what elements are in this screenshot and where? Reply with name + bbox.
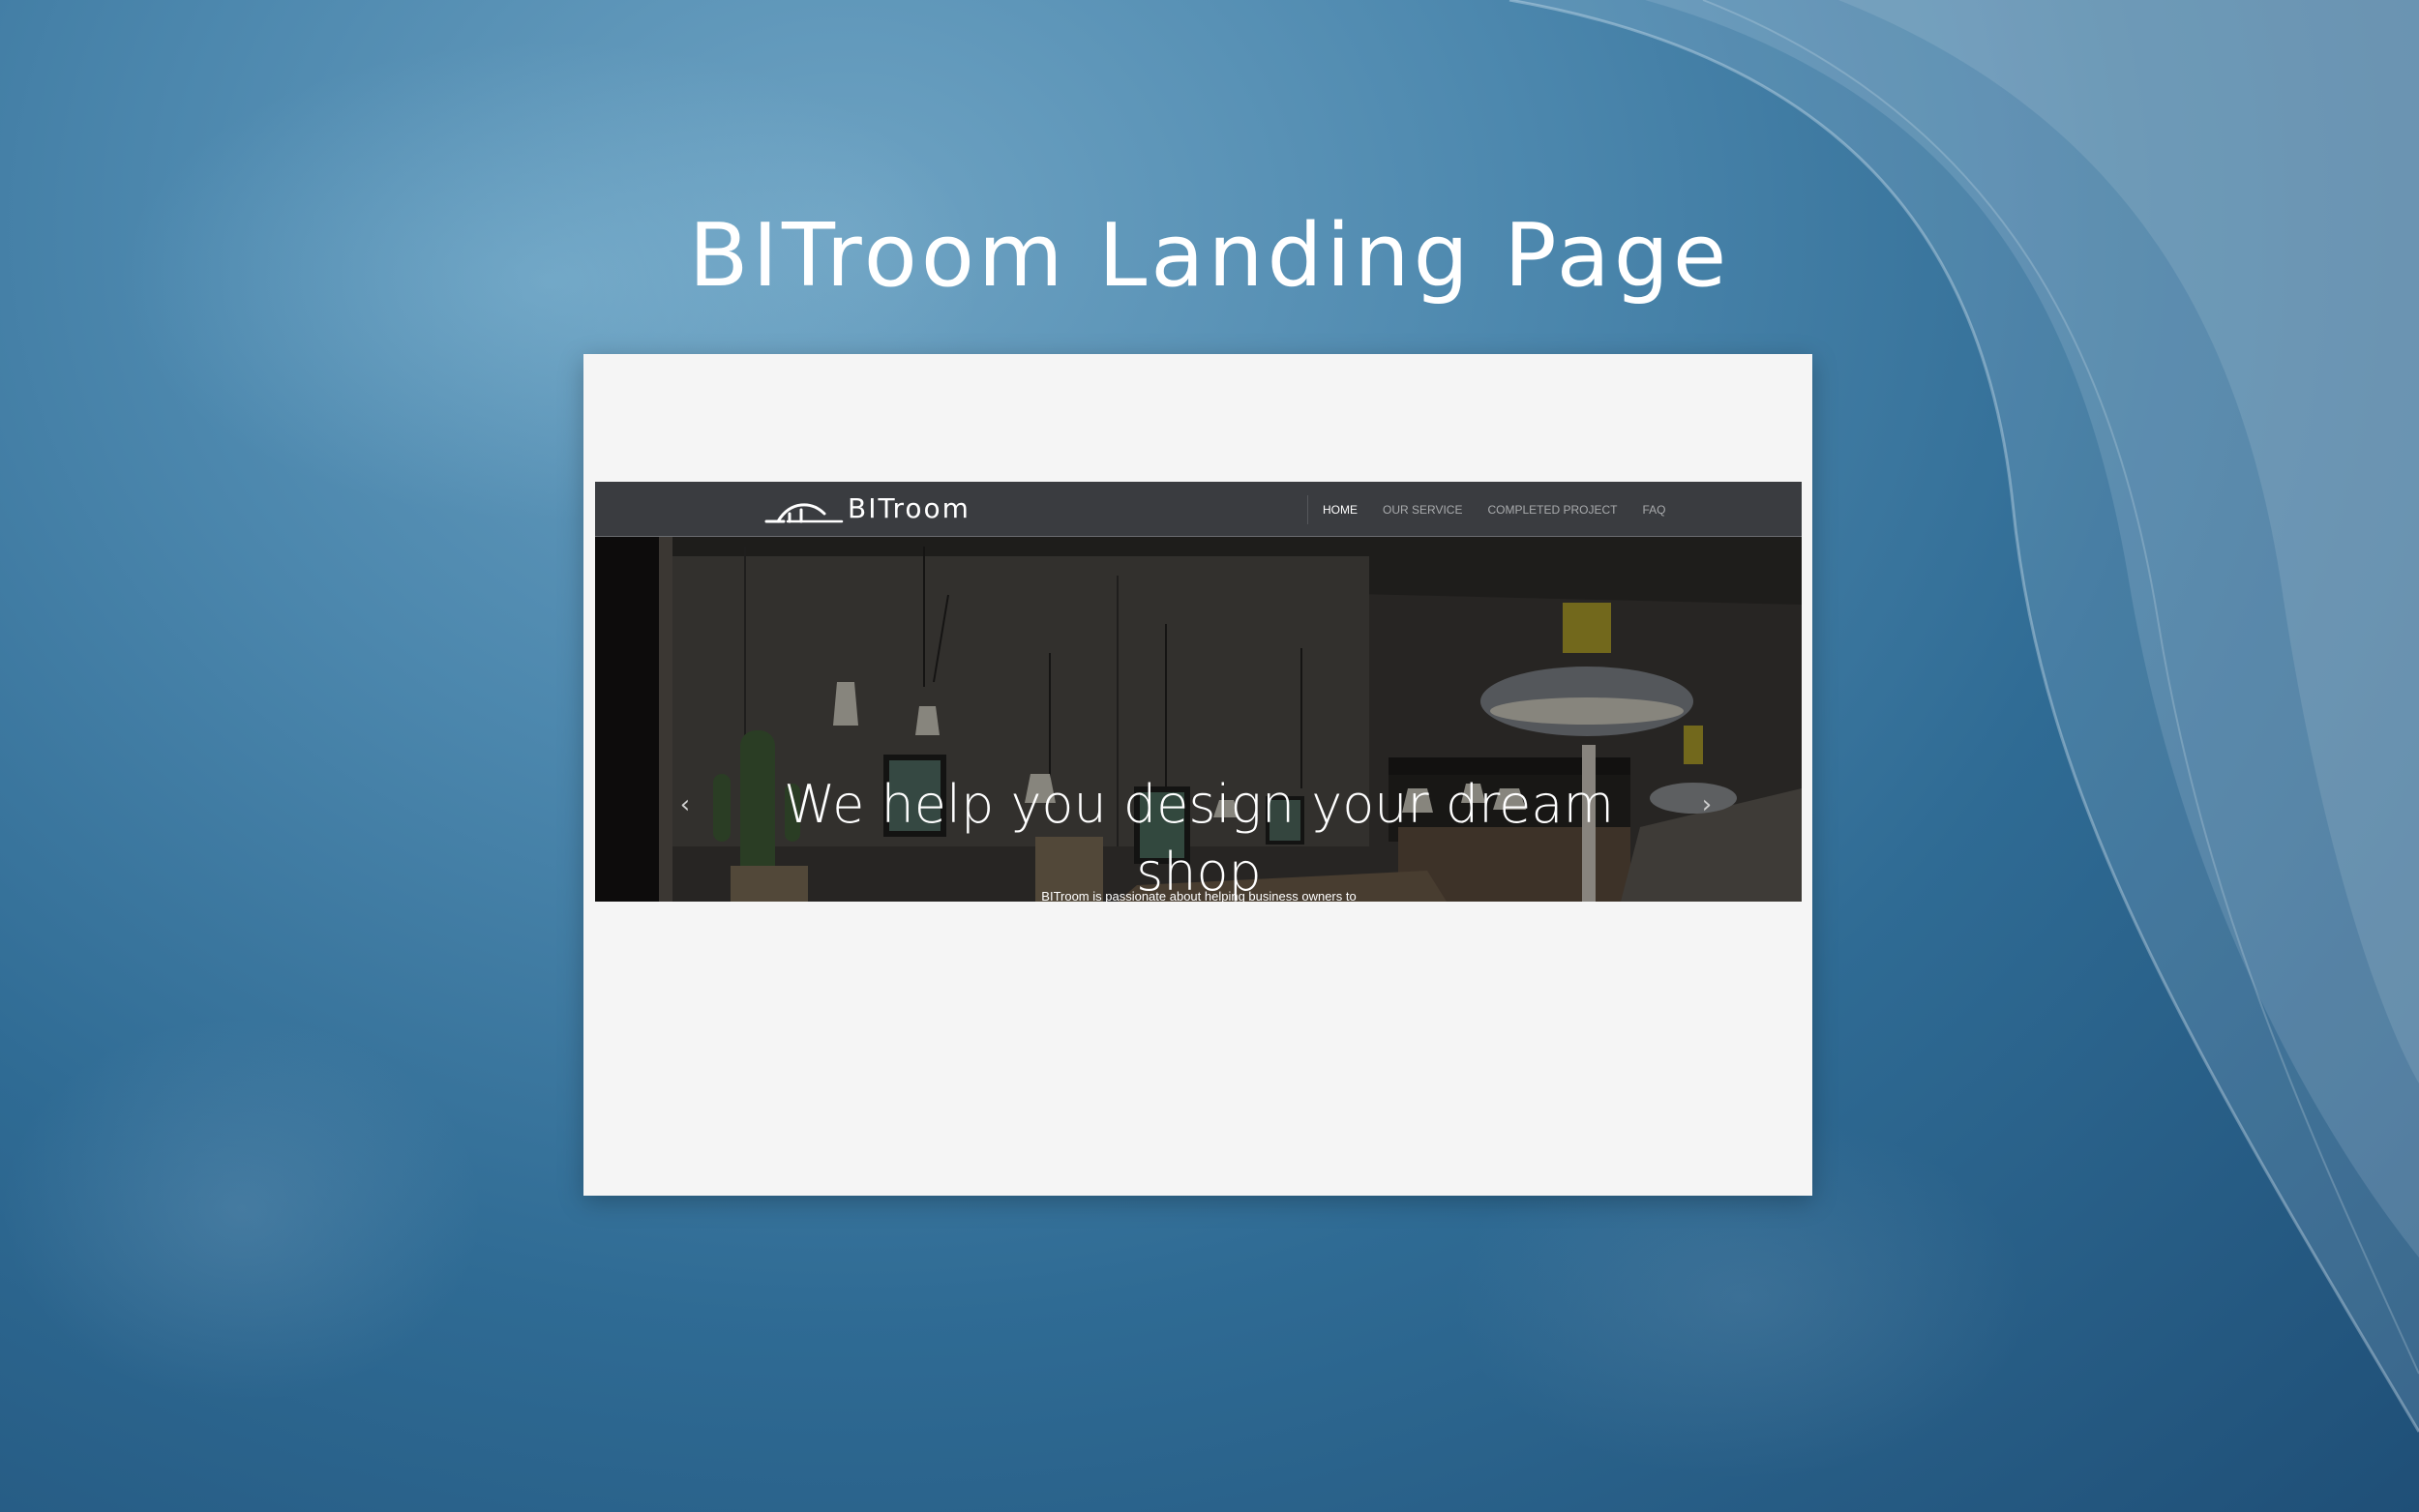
website-preview: BITroom HOME OUR SERVICE COMPLETED PROJE… <box>595 482 1802 902</box>
carousel-next-button[interactable]: › <box>1692 790 1721 819</box>
site-navbar: BITroom HOME OUR SERVICE COMPLETED PROJE… <box>595 482 1802 537</box>
nav-item-completed-project[interactable]: COMPLETED PROJECT <box>1487 503 1617 517</box>
nav-item-faq[interactable]: FAQ <box>1642 503 1665 517</box>
nav-item-home[interactable]: HOME <box>1323 503 1358 517</box>
hero-carousel: ‹ › We help you design your dream shop B… <box>595 537 1802 902</box>
nav-menu: HOME OUR SERVICE COMPLETED PROJECT FAQ <box>1323 482 1691 537</box>
background-glow <box>0 1016 484 1403</box>
screenshot-frame: BITroom HOME OUR SERVICE COMPLETED PROJE… <box>583 354 1812 1196</box>
page-title: BITroom Landing Page <box>688 205 1731 307</box>
nav-item-our-service[interactable]: OUR SERVICE <box>1383 503 1462 517</box>
chevron-left-icon: ‹ <box>679 790 691 819</box>
hero-subheading: BITroom is passionate about helping busi… <box>1041 889 1357 902</box>
nav-divider <box>1307 495 1308 524</box>
site-logo[interactable]: BITroom <box>764 491 971 526</box>
carousel-prev-button[interactable]: ‹ <box>671 790 700 819</box>
chevron-right-icon: › <box>1701 790 1713 819</box>
hero-heading: We help you design your dream shop <box>783 774 1615 902</box>
house-roof-icon <box>764 503 844 523</box>
logo-text: BITroom <box>848 492 971 524</box>
